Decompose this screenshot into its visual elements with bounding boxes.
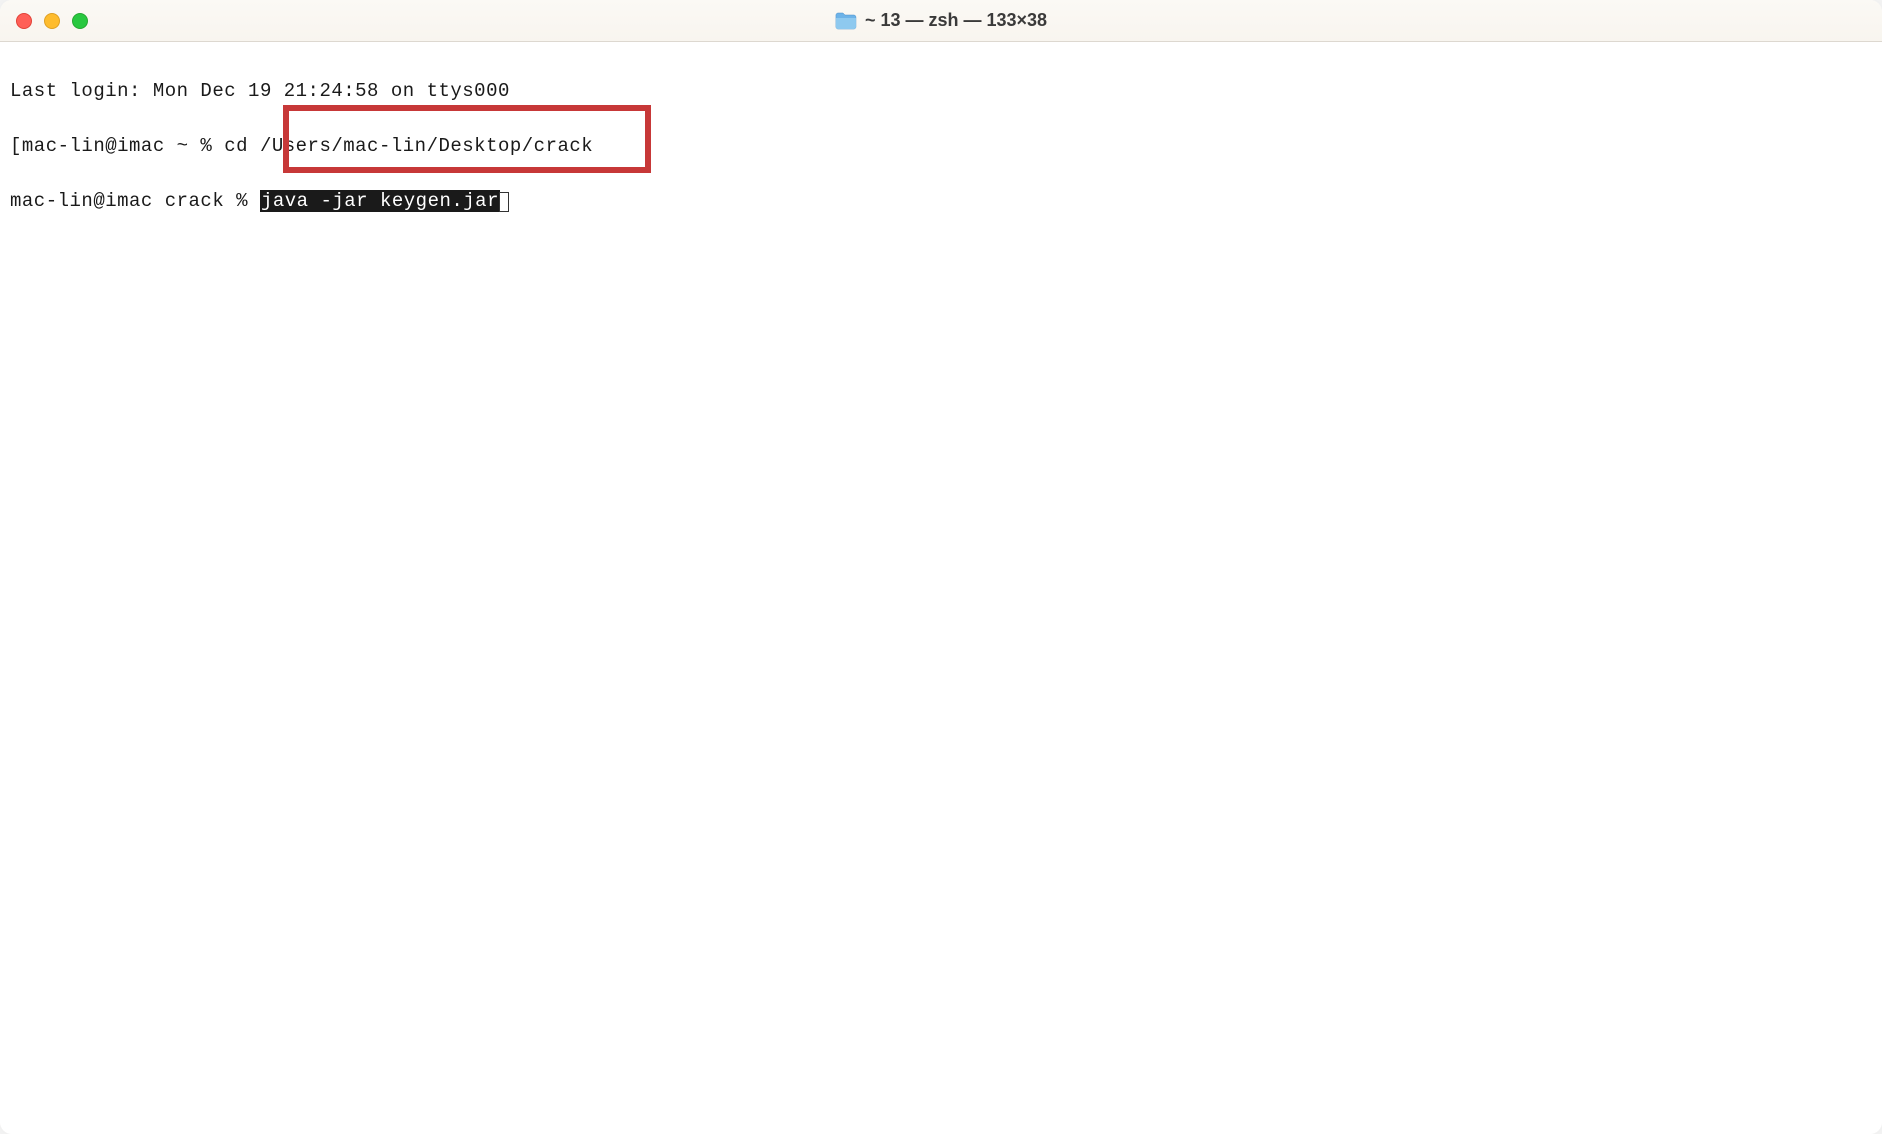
command-selected: java -jar keygen.jar xyxy=(260,190,500,212)
terminal-line: mac-lin@imac crack % java -jar keygen.ja… xyxy=(10,188,1872,216)
prompt: [mac-lin@imac ~ % xyxy=(10,135,224,157)
window-title-area: ~ 13 — zsh — 133×38 xyxy=(835,10,1047,31)
prompt: mac-lin@imac crack % xyxy=(10,190,260,212)
command-text: cd /Users/mac-lin/Desktop/crack xyxy=(224,135,593,157)
terminal-content[interactable]: Last login: Mon Dec 19 21:24:58 on ttys0… xyxy=(0,42,1882,1134)
window-title: ~ 13 — zsh — 133×38 xyxy=(865,10,1047,31)
titlebar[interactable]: ~ 13 — zsh — 133×38 xyxy=(0,0,1882,42)
maximize-button[interactable] xyxy=(72,13,88,29)
folder-icon xyxy=(835,12,857,30)
terminal-line: [mac-lin@imac ~ % cd /Users/mac-lin/Desk… xyxy=(10,133,1872,161)
cursor xyxy=(499,192,509,212)
terminal-line: Last login: Mon Dec 19 21:24:58 on ttys0… xyxy=(10,78,1872,106)
terminal-window: ~ 13 — zsh — 133×38 Last login: Mon Dec … xyxy=(0,0,1882,1134)
minimize-button[interactable] xyxy=(44,13,60,29)
close-button[interactable] xyxy=(16,13,32,29)
traffic-lights xyxy=(16,13,88,29)
